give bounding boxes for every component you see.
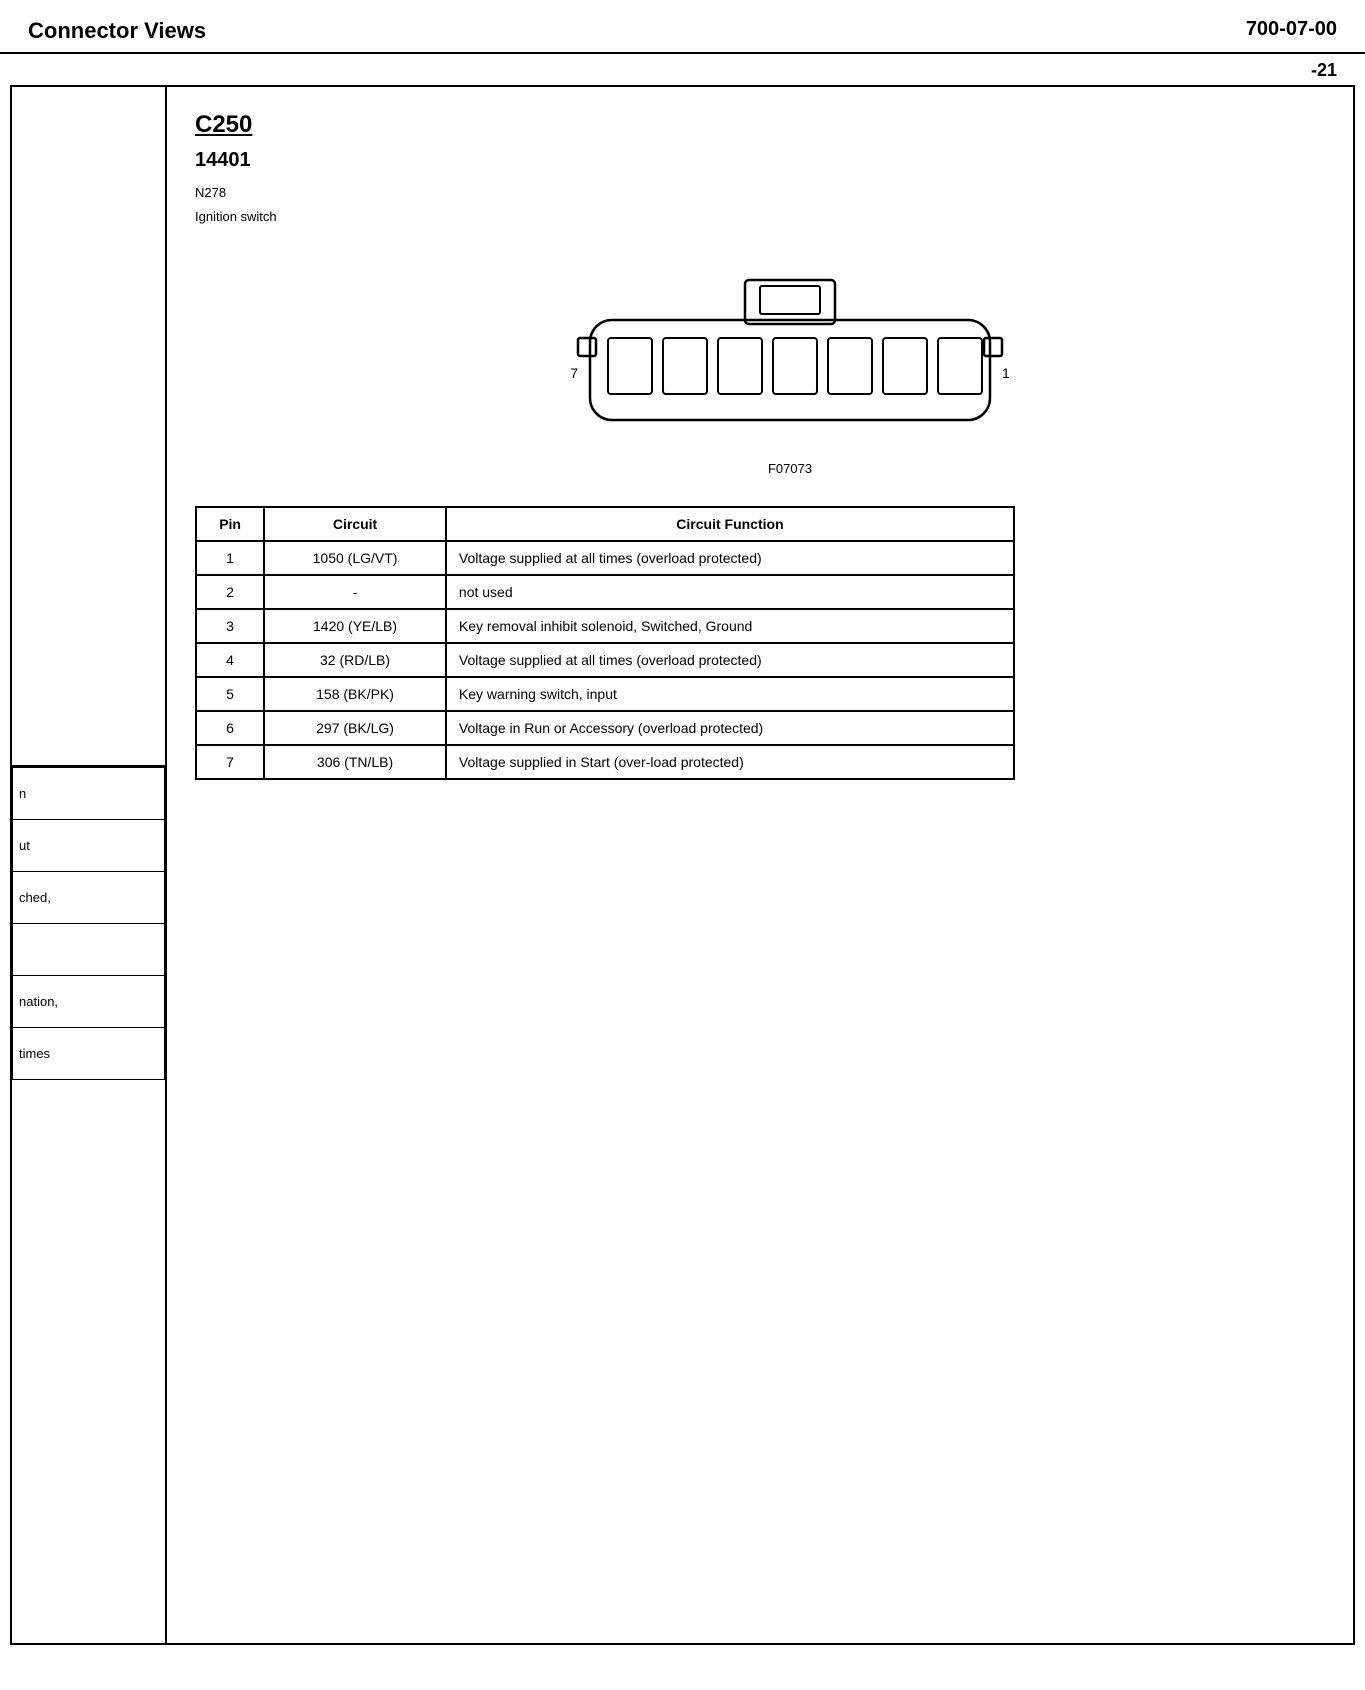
cell-circuit-2: 1420 (YE/LB) <box>264 609 446 643</box>
page-title: Connector Views <box>28 18 206 44</box>
connector-code: 14401 <box>195 149 1325 172</box>
cell-pin-3: 4 <box>196 643 264 677</box>
pin-right-number: 1 <box>1002 365 1010 381</box>
sidebar-cell-4 <box>13 924 165 976</box>
pin-table: Pin Circuit Circuit Function 11050 (LG/V… <box>195 506 1015 780</box>
cell-pin-5: 6 <box>196 711 264 745</box>
connector-ref2: Ignition switch <box>195 208 1325 226</box>
connector-ref1: N278 <box>195 184 1325 202</box>
pin-left-number: 7 <box>570 365 578 381</box>
connector-name: C250 <box>195 111 1325 139</box>
sidebar-table: n ut ched, nation, times <box>12 767 165 1080</box>
table-row: 11050 (LG/VT)Voltage supplied at all tim… <box>196 541 1014 575</box>
table-header-row: Pin Circuit Circuit Function <box>196 507 1014 541</box>
cell-circuit-1: - <box>264 575 446 609</box>
list-item: n <box>13 768 165 820</box>
connector-diagram-area: 7 1 F07073 <box>255 250 1325 476</box>
cell-function-5: Voltage in Run or Accessory (overload pr… <box>446 711 1014 745</box>
main-content: C250 14401 N278 Ignition switch <box>167 87 1353 1643</box>
col-circuit-header: Circuit <box>264 507 446 541</box>
page-header: Connector Views 700-07-00 <box>0 0 1365 54</box>
cell-circuit-3: 32 (RD/LB) <box>264 643 446 677</box>
cell-pin-2: 3 <box>196 609 264 643</box>
cell-circuit-0: 1050 (LG/VT) <box>264 541 446 575</box>
list-item: nation, <box>13 976 165 1028</box>
cell-function-3: Voltage supplied at all times (overload … <box>446 643 1014 677</box>
list-item: times <box>13 1028 165 1080</box>
sidebar-cell-5: nation, <box>13 976 165 1028</box>
cell-pin-1: 2 <box>196 575 264 609</box>
connector-svg-wrap: 7 1 F07073 <box>560 250 1020 476</box>
cell-pin-0: 1 <box>196 541 264 575</box>
list-item: ched, <box>13 872 165 924</box>
table-row: 432 (RD/LB)Voltage supplied at all times… <box>196 643 1014 677</box>
table-row: 6297 (BK/LG)Voltage in Run or Accessory … <box>196 711 1014 745</box>
connector-diagram: 7 1 <box>560 250 1020 450</box>
fig-label: F07073 <box>560 461 1020 476</box>
page-code: 700-07-00 <box>1246 18 1337 41</box>
list-item: ut <box>13 820 165 872</box>
table-row: 5158 (BK/PK)Key warning switch, input <box>196 677 1014 711</box>
sidebar-cell-3: ched, <box>13 872 165 924</box>
cell-pin-4: 5 <box>196 677 264 711</box>
left-sidebar: n ut ched, nation, times <box>12 87 167 1643</box>
sub-page-number: -21 <box>0 54 1365 85</box>
col-pin-header: Pin <box>196 507 264 541</box>
cell-function-0: Voltage supplied at all times (overload … <box>446 541 1014 575</box>
table-row: 7306 (TN/LB)Voltage supplied in Start (o… <box>196 745 1014 779</box>
left-sidebar-top-space <box>12 87 165 767</box>
sidebar-cell-6: times <box>13 1028 165 1080</box>
cell-circuit-6: 306 (TN/LB) <box>264 745 446 779</box>
cell-function-4: Key warning switch, input <box>446 677 1014 711</box>
sidebar-cell-2: ut <box>13 820 165 872</box>
cell-function-2: Key removal inhibit solenoid, Switched, … <box>446 609 1014 643</box>
cell-function-1: not used <box>446 575 1014 609</box>
cell-function-6: Voltage supplied in Start (over-load pro… <box>446 745 1014 779</box>
table-row: 31420 (YE/LB)Key removal inhibit solenoi… <box>196 609 1014 643</box>
cell-circuit-5: 297 (BK/LG) <box>264 711 446 745</box>
page-body: n ut ched, nation, times <box>10 85 1355 1645</box>
cell-circuit-4: 158 (BK/PK) <box>264 677 446 711</box>
list-item <box>13 924 165 976</box>
sidebar-cell-1: n <box>13 768 165 820</box>
table-row: 2-not used <box>196 575 1014 609</box>
col-function-header: Circuit Function <box>446 507 1014 541</box>
cell-pin-6: 7 <box>196 745 264 779</box>
